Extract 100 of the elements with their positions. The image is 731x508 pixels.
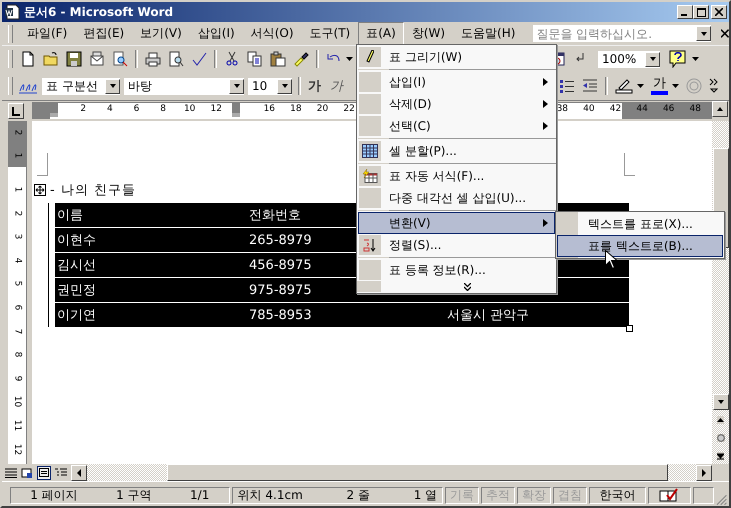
margin-corner-mark bbox=[624, 153, 635, 176]
ruler-number: 22 bbox=[342, 104, 356, 114]
ruler-number: 12 bbox=[210, 104, 223, 114]
maximize-icon bbox=[696, 8, 706, 16]
question-field[interactable]: 질문을 입력하십시오. bbox=[533, 25, 712, 42]
close-icon bbox=[715, 8, 723, 16]
table-cell-text: 전화번호 bbox=[249, 207, 301, 224]
scissors-icon[interactable] bbox=[224, 51, 240, 67]
menu-item[interactable]: 보기(V) bbox=[132, 22, 190, 45]
italic-button[interactable]: 가 bbox=[328, 77, 345, 95]
ruler-number: 5 bbox=[12, 281, 24, 287]
menu-item[interactable]: 텍스트를 표로(X)... bbox=[557, 213, 723, 235]
table-move-handle-icon[interactable] bbox=[34, 184, 46, 196]
clipboard-icon[interactable] bbox=[270, 51, 286, 67]
spelling-book-icon[interactable] bbox=[659, 488, 680, 502]
status-text: 1 열 bbox=[414, 486, 438, 504]
menu-item[interactable]: 변환(V) bbox=[358, 212, 555, 234]
ruler-number: 4 bbox=[106, 104, 114, 114]
table-cell-text: 서울시 관악구 bbox=[447, 307, 530, 324]
table-cell: 975-8975 bbox=[249, 282, 312, 298]
menu-item[interactable]: 도구(T) bbox=[302, 22, 358, 45]
web-layout-icon[interactable] bbox=[21, 468, 33, 478]
paintbrush-icon[interactable] bbox=[293, 51, 309, 67]
indent-marker-icon[interactable] bbox=[50, 103, 58, 117]
envelope-icon[interactable] bbox=[89, 51, 105, 67]
font-size-dropdown[interactable]: 10 bbox=[247, 76, 293, 96]
menu-item[interactable]: 삽입(I) bbox=[358, 71, 555, 93]
bulleted-list-icon[interactable] bbox=[559, 78, 575, 94]
help-icon[interactable] bbox=[669, 50, 687, 68]
save-icon[interactable] bbox=[66, 51, 82, 67]
menu-item[interactable]: 서식(O) bbox=[242, 22, 302, 45]
new-document-icon[interactable] bbox=[20, 51, 36, 67]
scroll-up-button[interactable] bbox=[712, 101, 728, 117]
menu-item[interactable]: 셀 분할(P)... bbox=[358, 140, 555, 162]
style-dropdown[interactable]: 표 구분선 bbox=[41, 76, 121, 96]
copy-icon[interactable] bbox=[247, 51, 263, 67]
normal-view-icon[interactable] bbox=[5, 468, 17, 478]
previous-page-icon[interactable] bbox=[717, 416, 724, 424]
caret-icon[interactable] bbox=[672, 84, 679, 88]
menu-item[interactable]: 표 등록 정보(R)... bbox=[358, 259, 555, 281]
indent-marker-icon[interactable] bbox=[232, 103, 240, 117]
expand-chevron-icon[interactable] bbox=[464, 282, 471, 290]
zoom-dropdown[interactable]: 100% bbox=[597, 50, 661, 68]
print-preview-icon[interactable] bbox=[168, 51, 184, 67]
toolbar-options-icon[interactable] bbox=[709, 78, 719, 94]
print-layout-button[interactable] bbox=[37, 466, 51, 480]
spelling-check-icon[interactable] bbox=[191, 51, 207, 67]
status-text: 1 페이지 bbox=[30, 486, 78, 504]
margin-corner-mark bbox=[37, 153, 48, 176]
scroll-down-button[interactable] bbox=[712, 394, 728, 410]
table-cell: 265-8979 bbox=[249, 232, 312, 248]
caret-icon[interactable] bbox=[692, 57, 699, 61]
minimize-button[interactable] bbox=[677, 5, 693, 19]
ruler-number: 6 bbox=[12, 304, 24, 310]
submenu-arrow-icon bbox=[543, 219, 548, 227]
menu-item[interactable]: 다중 대각선 셀 삽입(U)... bbox=[358, 187, 555, 209]
search-document-icon[interactable] bbox=[112, 51, 128, 67]
caret-icon[interactable] bbox=[637, 84, 644, 88]
caret-icon[interactable] bbox=[346, 57, 353, 61]
ruler-number: 44 bbox=[635, 104, 649, 114]
ruler-number: 11 bbox=[12, 420, 24, 432]
menu-item[interactable]: 도움말(H) bbox=[453, 22, 524, 45]
maximize-button[interactable] bbox=[693, 5, 709, 19]
menu-item[interactable]: 편집(E) bbox=[75, 22, 132, 45]
scroll-thumb[interactable] bbox=[167, 464, 668, 481]
ruler-number: 6 bbox=[132, 104, 140, 114]
outline-view-icon[interactable] bbox=[55, 468, 67, 478]
menu-item[interactable]: 정렬(S)... bbox=[358, 234, 555, 256]
ruler-number: 7 bbox=[12, 328, 24, 334]
decrease-indent-icon[interactable] bbox=[582, 78, 598, 94]
table-cell-text: 김시선 bbox=[57, 257, 96, 274]
toolbar-grip bbox=[8, 77, 13, 95]
resize-grip-icon[interactable] bbox=[716, 494, 728, 506]
scroll-left-button[interactable] bbox=[71, 464, 87, 480]
menu-item[interactable]: 삽입(I) bbox=[190, 22, 243, 45]
menu-item[interactable]: 표를 텍스트로(B)... bbox=[557, 235, 723, 257]
tab-stop-button[interactable] bbox=[8, 103, 24, 119]
close-button[interactable] bbox=[711, 5, 727, 19]
menu-item[interactable]: 파일(F) bbox=[19, 22, 76, 45]
scroll-right-button[interactable] bbox=[696, 464, 712, 480]
open-folder-icon[interactable] bbox=[43, 51, 59, 67]
printer-icon[interactable] bbox=[145, 51, 161, 67]
font-dropdown[interactable]: 바탕 bbox=[123, 76, 245, 96]
language-indicator: 한국어 bbox=[589, 486, 646, 504]
menu-item[interactable]: 선택(C) bbox=[358, 115, 555, 137]
table-resize-handle[interactable] bbox=[626, 325, 633, 332]
next-page-icon[interactable] bbox=[717, 452, 724, 460]
table-cell-text: 이기연 bbox=[57, 307, 96, 324]
browse-object-icon[interactable] bbox=[716, 434, 724, 442]
ruler-number: 10 bbox=[182, 104, 196, 114]
bold-button[interactable]: 가 bbox=[306, 77, 323, 95]
menu-item[interactable]: 삭제(D) bbox=[358, 93, 555, 115]
ruler-number: 1 bbox=[12, 152, 24, 158]
font-color-button[interactable]: 가 bbox=[651, 77, 668, 95]
menu-item[interactable]: 창(W) bbox=[404, 22, 454, 45]
highlighter-icon[interactable] bbox=[615, 78, 633, 94]
status-text: 위치 4.1cm bbox=[238, 486, 303, 504]
close-icon[interactable] bbox=[721, 29, 729, 38]
menu-item[interactable]: 표 자동 서식(F)... bbox=[358, 165, 555, 187]
menu-item[interactable]: 표 그리기(W) bbox=[358, 46, 555, 68]
